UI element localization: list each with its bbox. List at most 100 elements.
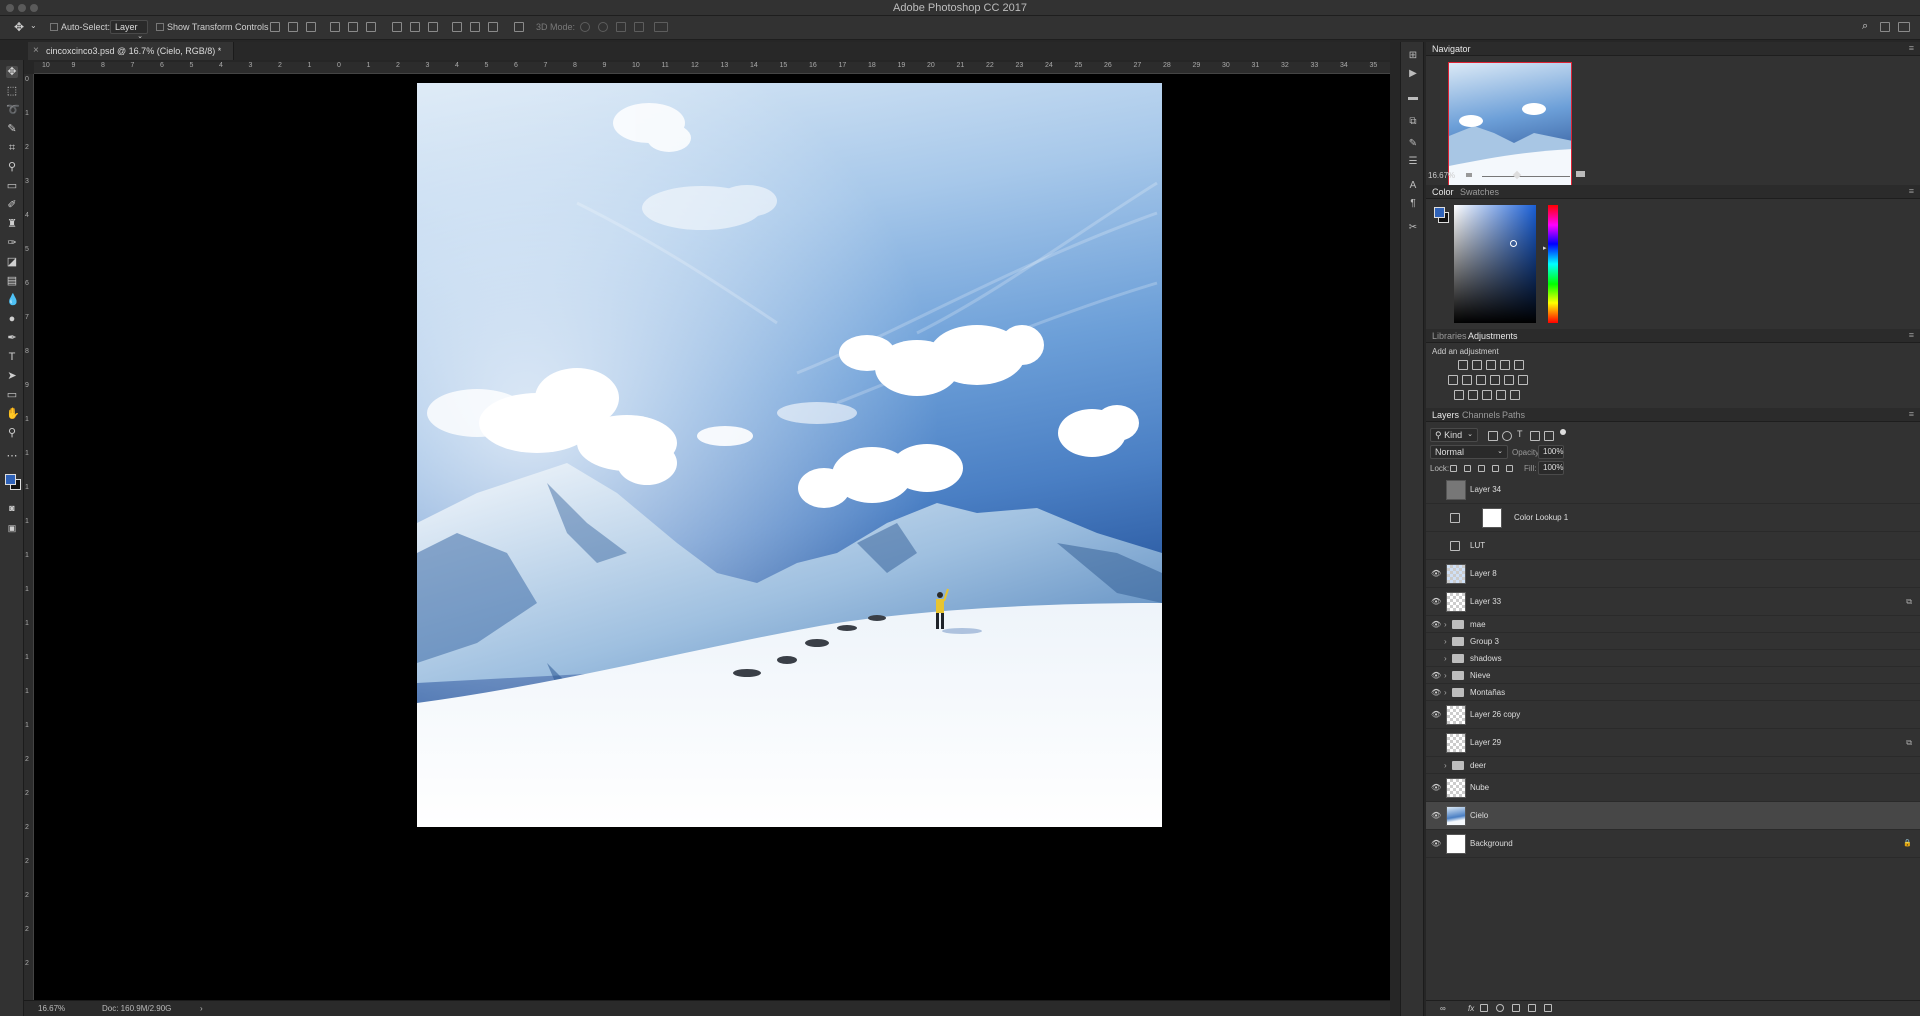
visibility-eye-icon[interactable]: 👁 [1431, 570, 1441, 578]
vibrance-icon[interactable] [1514, 360, 1524, 370]
link-layers-icon[interactable]: ∞ [1440, 1004, 1446, 1013]
align-right-icon[interactable] [366, 22, 376, 32]
gradient-tool-icon[interactable]: ▤ [6, 275, 18, 287]
layer-thumbnail[interactable] [1446, 705, 1466, 725]
3d-scale-icon[interactable] [654, 22, 668, 32]
hue-saturation-icon[interactable] [1448, 375, 1458, 385]
color-balance-icon[interactable] [1462, 375, 1472, 385]
add-mask-icon[interactable] [1480, 1004, 1488, 1012]
color-field[interactable] [1454, 205, 1536, 323]
auto-align-icon[interactable] [514, 22, 524, 32]
channel-mixer-icon[interactable] [1504, 375, 1514, 385]
layer-row[interactable]: 👁 Layer 26 copy [1426, 701, 1920, 729]
layer-thumbnail[interactable] [1446, 480, 1466, 500]
expand-group-icon[interactable]: › [1444, 654, 1447, 663]
layer-filter-dropdown[interactable]: ⚲ Kind ⌄ [1430, 428, 1478, 442]
curves-icon[interactable] [1486, 360, 1496, 370]
color-tab[interactable]: Color [1432, 187, 1454, 197]
rectangle-tool-icon[interactable]: ▭ [6, 389, 18, 401]
edit-toolbar-icon[interactable]: ⋯ [6, 450, 18, 462]
channels-tab[interactable]: Channels [1462, 410, 1500, 420]
distribute-horizontal-center-icon[interactable] [470, 22, 480, 32]
lasso-tool-icon[interactable]: ➰ [6, 104, 20, 116]
clone-source-icon[interactable]: ⧉ [1407, 116, 1419, 127]
distribute-top-icon[interactable] [392, 22, 402, 32]
selective-color-icon[interactable] [1496, 390, 1506, 400]
color-foreground-swatch[interactable] [1434, 207, 1445, 218]
visibility-eye-icon[interactable]: 👁 [1431, 812, 1441, 820]
distribute-bottom-icon[interactable] [428, 22, 438, 32]
navigator-zoom-readout[interactable]: 16.67% [1428, 171, 1455, 180]
navigator-preview[interactable] [1448, 62, 1572, 186]
layers-menu-icon[interactable]: ≡ [1909, 409, 1914, 419]
history-brush-tool-icon[interactable]: ✑ [6, 237, 18, 249]
filter-pixel-icon[interactable] [1488, 431, 1498, 441]
layer-name[interactable]: Color Lookup 1 [1514, 513, 1568, 522]
distribute-vertical-center-icon[interactable] [410, 22, 420, 32]
marquee-tool-icon[interactable]: ⬚ [6, 85, 18, 97]
hue-slider-marker-icon[interactable]: ▸ [1543, 244, 1547, 252]
layer-row[interactable]: 👁 Nube [1426, 774, 1920, 802]
brush-presets-icon[interactable]: ✎ [1407, 138, 1419, 149]
hand-tool-icon[interactable]: ✋ [6, 408, 20, 420]
quick-mask-icon[interactable]: ◙ [6, 502, 18, 514]
paths-tab[interactable]: Paths [1502, 410, 1525, 420]
move-tool-icon[interactable]: ✥ [6, 66, 18, 78]
move-tool-icon[interactable]: ✥ [14, 20, 24, 34]
properties-icon[interactable]: ☰ [1407, 156, 1419, 167]
layer-thumbnail[interactable] [1446, 733, 1466, 753]
tool-presets-icon[interactable]: ✂ [1407, 222, 1419, 233]
new-group-icon[interactable] [1512, 1004, 1520, 1012]
foreground-color-swatch[interactable] [5, 474, 16, 485]
expand-group-icon[interactable]: › [1444, 637, 1447, 646]
invert-icon[interactable] [1454, 390, 1464, 400]
workspace-icon[interactable] [1880, 22, 1890, 32]
layer-mask-thumbnail[interactable] [1482, 508, 1502, 528]
opacity-field[interactable]: 100% [1538, 445, 1564, 459]
layer-row[interactable]: 👁 › mae [1426, 616, 1920, 633]
expand-group-icon[interactable]: › [1444, 688, 1447, 697]
align-horizontal-center-icon[interactable] [348, 22, 358, 32]
layer-name[interactable]: Group 3 [1470, 637, 1499, 646]
layer-name[interactable]: LUT [1470, 541, 1485, 550]
navigator-tab[interactable]: Navigator [1432, 44, 1471, 54]
blur-tool-icon[interactable]: 💧 [6, 294, 20, 306]
zoom-readout[interactable]: 16.67% [38, 1004, 65, 1013]
visibility-eye-icon[interactable]: 👁 [1431, 598, 1441, 606]
swatches-tab[interactable]: Swatches [1460, 187, 1499, 197]
layer-name[interactable]: Layer 34 [1470, 485, 1501, 494]
character-icon[interactable]: A [1407, 180, 1419, 191]
visibility-off-icon[interactable] [1431, 762, 1441, 770]
filter-toggle[interactable] [1560, 429, 1566, 435]
close-tab-icon[interactable]: × [33, 45, 39, 56]
path-selection-tool-icon[interactable]: ➤ [6, 370, 18, 382]
layer-name[interactable]: Cielo [1470, 811, 1488, 820]
lock-position-icon[interactable] [1478, 465, 1485, 472]
search-icon[interactable]: ⌕ [1862, 20, 1868, 33]
layer-row[interactable]: 👁 Layer 33 ⧉ [1426, 588, 1920, 616]
distribute-right-icon[interactable] [488, 22, 498, 32]
history-icon[interactable]: ⊞ [1407, 50, 1419, 61]
visibility-eye-icon[interactable]: 👁 [1431, 784, 1441, 792]
layer-row[interactable]: 👁 Cielo [1426, 802, 1920, 830]
layer-name[interactable]: Nieve [1470, 671, 1490, 680]
zoom-tool-icon[interactable]: ⚲ [6, 427, 18, 439]
layer-name[interactable]: Nube [1470, 783, 1489, 792]
layer-name[interactable]: Layer 29 [1470, 738, 1501, 747]
adjustments-menu-icon[interactable]: ≡ [1909, 330, 1914, 340]
visibility-off-icon[interactable] [1431, 542, 1441, 550]
layer-thumbnail[interactable] [1446, 834, 1466, 854]
layer-name[interactable]: Layer 26 copy [1470, 710, 1520, 719]
lock-image-icon[interactable] [1464, 465, 1471, 472]
document-image[interactable] [417, 83, 1162, 827]
crop-tool-icon[interactable]: ⌗ [6, 142, 18, 154]
show-transform-checkbox[interactable]: Show Transform Controls [156, 22, 269, 32]
screen-mode-icon[interactable]: ▣ [6, 522, 18, 534]
clone-stamp-tool-icon[interactable]: ♜ [6, 218, 18, 230]
distribute-left-icon[interactable] [452, 22, 462, 32]
3d-slide-icon[interactable] [634, 22, 644, 32]
visibility-off-icon[interactable] [1431, 655, 1441, 663]
filter-adjustment-icon[interactable] [1502, 431, 1512, 441]
color-picker-cursor[interactable] [1510, 240, 1517, 247]
visibility-off-icon[interactable] [1431, 486, 1441, 494]
